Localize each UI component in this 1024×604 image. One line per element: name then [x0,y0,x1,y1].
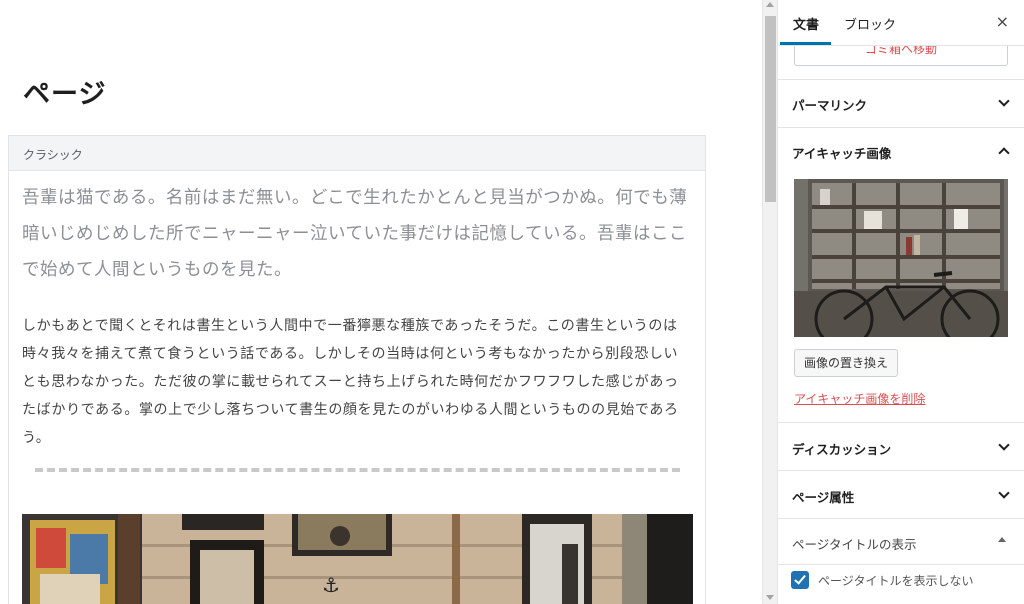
featured-image-art [794,179,1008,337]
separator [35,468,680,472]
chevron-up-icon[interactable] [998,147,1010,159]
panel-permalink[interactable]: パーマリンク [778,79,1024,127]
panel-permalink-title: パーマリンク [792,98,868,113]
editor-canvas: ページ クラシック 吾輩は猫である。名前はまだ無い。どこで生れたかとんと見当がつ… [0,0,762,604]
content-image[interactable]: ⚓ [22,514,693,604]
body-paragraph[interactable]: しかもあとで聞くとそれは書生という人間中で一番獰悪な種族であったそうだ。この書生… [22,312,692,452]
settings-sidebar: ゴミ箱へ移動 文書 ブロック × パーマリンク アイキャッチ画像 画像の置き換え… [777,0,1024,604]
classic-block-label: クラシック [9,136,705,171]
collapse-triangle-icon[interactable] [998,537,1006,542]
sidebar-tabs: 文書 ブロック × [778,0,1024,46]
hide-page-title-checkbox[interactable] [791,571,809,589]
editor-scrollbar[interactable] [762,0,777,604]
replace-image-button[interactable]: 画像の置き換え [794,349,899,377]
remove-featured-image-link[interactable]: アイキャッチ画像を削除 [794,390,925,407]
panel-page-attributes[interactable]: ページ属性 [778,470,1024,518]
tab-document[interactable]: 文書 [793,14,819,33]
page-title[interactable]: ページ [23,72,106,111]
content-image-art: ⚓ [22,514,693,604]
close-icon[interactable]: × [996,12,1009,31]
active-tab-indicator [780,42,831,45]
scroll-up-arrow-icon[interactable] [766,2,774,7]
chevron-down-icon [998,487,1010,499]
svg-text:⚓: ⚓ [322,573,340,597]
tab-block[interactable]: ブロック [844,14,896,33]
panel-page-title-display-title: ページタイトルの表示 [792,537,917,552]
hide-page-title-label[interactable]: ページタイトルを表示しない [818,572,974,589]
chevron-down-icon [998,439,1010,451]
panel-page-title-display[interactable]: ページタイトルの表示 [778,518,1024,564]
panel-featured-image-title[interactable]: アイキャッチ画像 [792,143,891,162]
chevron-down-icon [998,95,1010,107]
featured-image[interactable] [794,179,1008,337]
panel-discussion-title: ディスカッション [792,442,892,457]
classic-block[interactable]: クラシック 吾輩は猫である。名前はまだ無い。どこで生れたかとんと見当がつかぬ。何… [8,135,706,604]
scroll-down-arrow-icon[interactable] [766,595,774,600]
panel-discussion[interactable]: ディスカッション [778,422,1024,470]
panel-page-attributes-title: ページ属性 [792,490,855,505]
scroll-thumb[interactable] [765,16,776,202]
lead-paragraph[interactable]: 吾輩は猫である。名前はまだ無い。どこで生れたかとんと見当がつかぬ。何でも薄暗いじ… [22,180,692,288]
